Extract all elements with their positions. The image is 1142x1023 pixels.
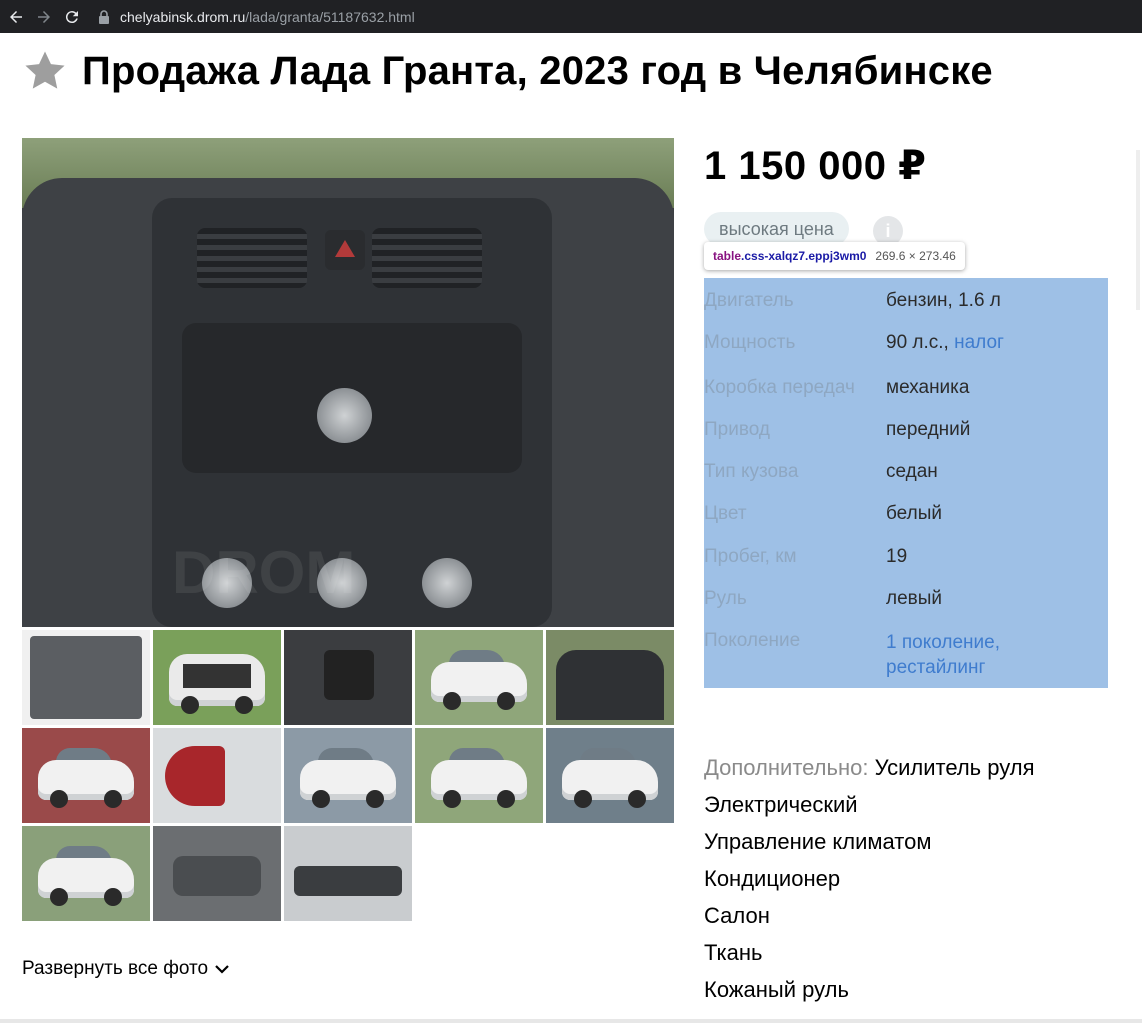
- thumbnail[interactable]: [415, 630, 543, 725]
- thumbnail[interactable]: [153, 630, 281, 725]
- devtools-inspector-tooltip: table .css-xalqz7.eppj3wm0 269.6 × 273.46: [704, 242, 965, 270]
- thumbnail[interactable]: [284, 728, 412, 823]
- extras-item: Управление климатом: [704, 829, 932, 854]
- spec-label: Руль: [704, 588, 747, 609]
- back-arrow-icon[interactable]: [4, 5, 28, 29]
- spec-value-power: 90 л.с., налог: [886, 332, 1004, 354]
- photo-air-vent-right: [372, 228, 482, 288]
- extras-item: Ткань: [704, 940, 763, 965]
- thumbnail[interactable]: [546, 728, 674, 823]
- forward-arrow-icon[interactable]: [32, 5, 56, 29]
- hazard-button-icon: [325, 230, 365, 270]
- spec-value: бензин, 1.6 л: [886, 290, 1001, 311]
- spec-value: механика: [886, 377, 970, 398]
- url-field[interactable]: chelyabinsk.drom.ru/lada/granta/51187632…: [98, 9, 415, 25]
- thumbnail[interactable]: [153, 826, 281, 921]
- extras-item: Салон: [704, 903, 770, 928]
- scrollbar-track[interactable]: [1136, 150, 1140, 310]
- thumbnail[interactable]: [284, 630, 412, 725]
- inspector-dimensions: 269.6 × 273.46: [875, 249, 956, 263]
- spec-label: Коробка передач: [704, 377, 855, 398]
- thumbnail[interactable]: [22, 826, 150, 921]
- thumbnail[interactable]: [22, 630, 150, 725]
- thumbnail[interactable]: [546, 630, 674, 725]
- photo-volume-knob: [317, 388, 372, 443]
- spec-value: 19: [886, 546, 908, 567]
- generation-link-line2: рестайлинг: [886, 657, 986, 678]
- spec-label: Цвет: [704, 503, 747, 524]
- inspector-tag: table: [713, 249, 742, 263]
- url-host: chelyabinsk.drom.ru: [120, 8, 246, 25]
- spec-table: Двигатель бензин, 1.6 л Мощность 90 л.с.…: [704, 278, 1108, 688]
- reload-icon[interactable]: [60, 5, 84, 29]
- extras-item: Кондиционер: [704, 866, 841, 891]
- browser-address-bar: chelyabinsk.drom.ru/lada/granta/51187632…: [0, 0, 1142, 33]
- spec-label: Пробег, км: [704, 546, 797, 567]
- inspector-class: .css-xalqz7.eppj3wm0: [741, 249, 867, 263]
- spec-label: Двигатель: [704, 290, 794, 311]
- extras-first-line: Дополнительно: Усилитель руля: [704, 754, 1124, 791]
- main-photo[interactable]: DROM: [22, 138, 674, 627]
- spec-label: Привод: [704, 419, 770, 440]
- tax-link[interactable]: налог: [954, 332, 1004, 353]
- extras-item: Усилитель руля: [874, 755, 1035, 780]
- extras-label: Дополнительно:: [704, 755, 869, 780]
- expand-photos-link[interactable]: Развернуть все фото: [22, 958, 230, 980]
- lock-icon: [99, 9, 109, 24]
- spec-value: левый: [886, 588, 943, 609]
- spec-label: Мощность: [704, 332, 796, 353]
- thumbnail[interactable]: [284, 826, 412, 921]
- photo-watermark: DROM: [172, 539, 356, 606]
- extras-item: Кожаный руль: [704, 977, 849, 1002]
- page-title: Продажа Лада Гранта, 2023 год в Челябинс…: [82, 48, 993, 93]
- expand-photos-label: Развернуть все фото: [22, 958, 209, 979]
- photo-air-vent-left: [197, 228, 307, 288]
- price-rating-badge[interactable]: высокая цена: [704, 212, 849, 246]
- url-path: /lada/granta/51187632.html: [245, 8, 415, 25]
- page-divider: [0, 1019, 1142, 1023]
- title-row: Продажа Лада Гранта, 2023 год в Челябинс…: [22, 48, 993, 94]
- extras-list: Дополнительно: Усилитель руля Электричес…: [704, 754, 1124, 1013]
- spec-label: Поколение: [704, 630, 801, 651]
- chevron-down-icon: [215, 965, 229, 974]
- generation-link[interactable]: 1 поколение, рестайлинг: [886, 630, 1000, 680]
- thumbnail[interactable]: [153, 728, 281, 823]
- thumbnail[interactable]: [22, 728, 150, 823]
- extras-item: Электрический: [704, 792, 858, 817]
- thumbnail-grid: [22, 630, 674, 921]
- spec-value: передний: [886, 419, 971, 440]
- favorite-star-icon[interactable]: [22, 48, 68, 94]
- spec-value: белый: [886, 503, 942, 524]
- thumbnail[interactable]: [415, 728, 543, 823]
- generation-link-line1: 1 поколение,: [886, 632, 1000, 653]
- photo-airflow-knob: [422, 558, 472, 608]
- spec-value: седан: [886, 461, 938, 482]
- spec-label: Тип кузова: [704, 461, 799, 482]
- price: 1 150 000 ₽: [704, 144, 927, 188]
- spec-value: 90 л.с.,: [886, 332, 949, 353]
